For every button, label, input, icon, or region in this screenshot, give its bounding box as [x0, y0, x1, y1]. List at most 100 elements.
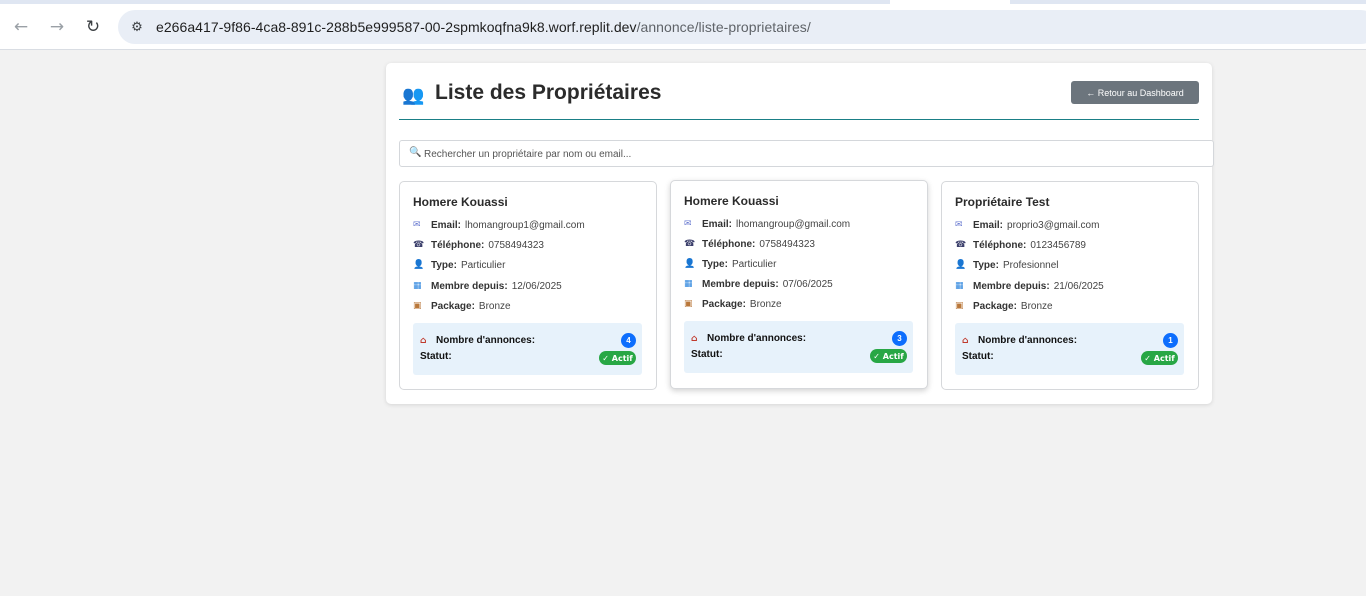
type-label: Type:: [702, 258, 728, 270]
stats-box: ⌂ Nombre d'annonces: 4 Statut: ✓ Actif: [413, 323, 642, 375]
back-to-dashboard-button[interactable]: ← Retour au Dashboard: [1071, 81, 1199, 104]
member-since-label: Membre depuis:: [431, 280, 508, 292]
member-since-value: 21/06/2025: [1053, 280, 1104, 292]
panel-header: 👥 Liste des Propriétaires ← Retour au Da…: [399, 79, 1199, 119]
house-icon: ⌂: [962, 335, 969, 346]
package-row: ▣ Package: Bronze: [684, 296, 782, 312]
package-row: ▣ Package: Bronze: [955, 298, 1053, 314]
url-path: /annonce/liste-proprietaires/: [636, 19, 811, 35]
status-label: Statut:: [691, 349, 723, 360]
type-value: Profesionnel: [1002, 259, 1059, 271]
forward-arrow-icon[interactable]: →: [44, 14, 70, 40]
status-line: Statut:: [691, 349, 723, 360]
browser-toolbar: ← → ↻ ⚙ e266a417-9f86-4ca8-891c-288b5e99…: [0, 4, 1366, 50]
email-icon: ✉: [684, 219, 692, 229]
member-since-value: 12/06/2025: [511, 280, 562, 292]
status-line: Statut:: [420, 351, 452, 362]
search-input[interactable]: [424, 145, 1204, 163]
package-value: Bronze: [478, 300, 511, 312]
url-host: e266a417-9f86-4ca8-891c-288b5e999587-00-…: [156, 19, 637, 35]
member-since-value: 07/06/2025: [782, 278, 833, 290]
listings-label: Nombre d'annonces:: [978, 335, 1078, 346]
calendar-icon: ▦: [955, 281, 964, 291]
member-since-row: ▦ Membre depuis: 12/06/2025: [413, 278, 562, 294]
package-icon: ▣: [684, 299, 693, 309]
owner-name: Homere Kouassi: [413, 195, 508, 209]
email-row: ✉ Email: proprio3@gmail.com: [955, 217, 1099, 233]
user-icon: 👤: [413, 260, 425, 270]
owners-panel: 👥 Liste des Propriétaires ← Retour au Da…: [386, 63, 1214, 404]
package-row: ▣ Package: Bronze: [413, 298, 511, 314]
page-title: Liste des Propriétaires: [435, 81, 662, 104]
user-icon: 👤: [955, 260, 967, 270]
status-line: Statut:: [962, 351, 994, 362]
address-bar[interactable]: ⚙ e266a417-9f86-4ca8-891c-288b5e999587-0…: [118, 10, 1366, 44]
listings-count-badge: 3: [892, 331, 907, 346]
search-icon: 🔍: [409, 147, 422, 158]
package-icon: ▣: [413, 301, 422, 311]
package-icon: ▣: [955, 301, 964, 311]
house-icon: ⌂: [691, 333, 698, 344]
stats-box: ⌂ Nombre d'annonces: 1 Statut: ✓ Actif: [955, 323, 1184, 375]
user-icon: 👤: [684, 259, 696, 269]
email-icon: ✉: [413, 220, 421, 230]
member-since-row: ▦ Membre depuis: 07/06/2025: [684, 276, 833, 292]
type-value: Particulier: [731, 258, 777, 270]
listings-line: ⌂ Nombre d'annonces:: [420, 335, 535, 346]
phone-value: 0123456789: [1030, 239, 1086, 251]
owner-card[interactable]: Propriétaire Test ✉ Email: proprio3@gmail.…: [941, 181, 1199, 390]
type-label: Type:: [973, 259, 999, 271]
phone-value: 0758494323: [488, 239, 544, 251]
phone-label: Téléphone:: [431, 239, 485, 251]
listings-line: ⌂ Nombre d'annonces:: [962, 335, 1077, 346]
email-value: lhomangroup1@gmail.com: [465, 219, 585, 231]
site-settings-icon[interactable]: ⚙: [128, 18, 146, 36]
type-value: Particulier: [460, 259, 506, 271]
member-since-label: Membre depuis:: [973, 280, 1050, 292]
phone-label: Téléphone:: [973, 239, 1027, 251]
email-value: proprio3@gmail.com: [1007, 219, 1100, 231]
phone-icon: ☎: [413, 240, 425, 250]
listings-count-badge: 1: [1163, 333, 1178, 348]
status-label: Statut:: [962, 351, 994, 362]
owner-card[interactable]: Homere Kouassi ✉ Email: lhomangroup1@gmail…: [399, 181, 657, 390]
url-text[interactable]: e266a417-9f86-4ca8-891c-288b5e999587-00-…: [156, 19, 811, 35]
package-value: Bronze: [1020, 300, 1053, 312]
phone-label: Téléphone:: [702, 238, 756, 250]
package-label: Package:: [702, 298, 746, 310]
email-label: Email:: [702, 218, 733, 230]
email-icon: ✉: [955, 220, 963, 230]
type-row: 👤 Type: Profesionnel: [955, 257, 1059, 273]
phone-icon: ☎: [684, 239, 696, 249]
reload-icon[interactable]: ↻: [80, 14, 106, 40]
status-badge: ✓ Actif: [1141, 351, 1178, 365]
status-badge: ✓ Actif: [599, 351, 636, 365]
package-value: Bronze: [749, 298, 782, 310]
calendar-icon: ▦: [413, 281, 422, 291]
owner-name: Propriétaire Test: [955, 195, 1050, 209]
house-icon: ⌂: [420, 335, 427, 346]
email-row: ✉ Email: lhomangroup@gmail.com: [684, 216, 850, 232]
listings-line: ⌂ Nombre d'annonces:: [691, 333, 806, 344]
email-label: Email:: [973, 219, 1004, 231]
email-value: lhomangroup@gmail.com: [736, 218, 851, 230]
search-box: 🔍: [399, 140, 1214, 167]
listings-count-badge: 4: [621, 333, 636, 348]
people-icon: 👥: [402, 85, 425, 106]
package-label: Package:: [431, 300, 475, 312]
member-since-row: ▦ Membre depuis: 21/06/2025: [955, 278, 1104, 294]
calendar-icon: ▦: [684, 279, 693, 289]
status-label: Statut:: [420, 351, 452, 362]
listings-label: Nombre d'annonces:: [436, 335, 536, 346]
type-row: 👤 Type: Particulier: [684, 256, 776, 272]
back-arrow-icon[interactable]: ←: [8, 14, 34, 40]
header-divider: [399, 119, 1199, 120]
phone-value: 0758494323: [759, 238, 815, 250]
owner-name: Homere Kouassi: [684, 194, 779, 208]
owner-card[interactable]: Homere Kouassi ✉ Email: lhomangroup@gmail.…: [670, 180, 928, 389]
package-label: Package:: [973, 300, 1017, 312]
phone-row: ☎ Téléphone: 0758494323: [413, 237, 544, 253]
status-badge: ✓ Actif: [870, 349, 907, 363]
type-label: Type:: [431, 259, 457, 271]
email-row: ✉ Email: lhomangroup1@gmail.com: [413, 217, 585, 233]
